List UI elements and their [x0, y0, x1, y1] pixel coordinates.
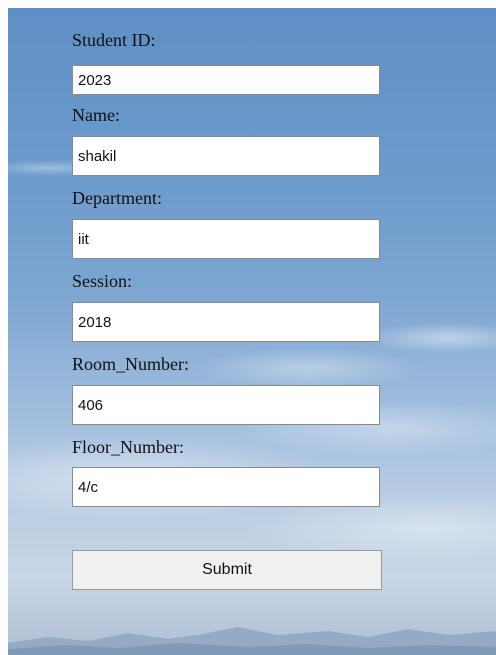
department-label: Department:	[72, 188, 162, 208]
student-id-field[interactable]: 2023	[72, 65, 380, 95]
mountain-silhouette	[8, 627, 496, 655]
room-number-field[interactable]: 406	[72, 385, 380, 425]
session-field[interactable]: 2018	[72, 302, 380, 342]
submit-button[interactable]: Submit	[72, 550, 382, 590]
background-sky-image: Student ID: 2023 Name: shakil Department…	[8, 8, 496, 655]
student-id-label: Student ID:	[72, 30, 156, 50]
floor-number-label: Floor_Number:	[72, 437, 184, 457]
floor-number-field[interactable]: 4/c	[72, 467, 380, 507]
department-field[interactable]: iit	[72, 219, 380, 259]
session-label: Session:	[72, 271, 133, 291]
room-number-label: Room_Number:	[72, 354, 189, 374]
name-label: Name:	[72, 105, 120, 125]
name-field[interactable]: shakil	[72, 136, 380, 176]
